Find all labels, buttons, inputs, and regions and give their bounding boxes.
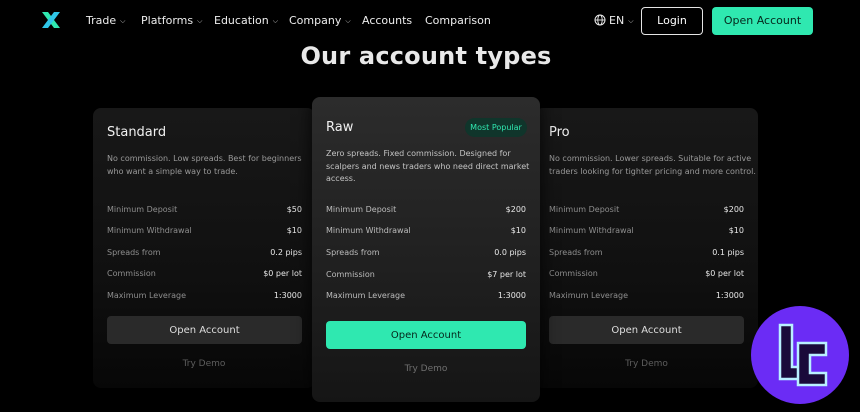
spec-value: $200 [723,205,744,214]
spec-value: $10 [728,226,744,235]
spec-label: Minimum Withdrawal [107,226,192,235]
spec-row: Minimum Deposit $200 [326,204,526,216]
spec-label: Spreads from [549,248,603,257]
spec-row: Commission $7 per lot [326,269,526,281]
spec-label: Minimum Withdrawal [549,226,634,235]
spec-value: $10 [286,226,302,235]
nav-item-label: Education [214,14,269,27]
brand-logo-icon[interactable] [40,10,62,30]
spec-row: Minimum Withdrawal $10 [107,225,302,237]
spec-label: Spreads from [326,248,380,257]
card-title: Pro [549,125,570,140]
nav-item-label: Accounts [362,14,413,27]
spec-row: Minimum Withdrawal $10 [326,225,526,237]
chevron-down-icon: ⌵ [120,17,126,25]
card-description-line: No commission. Low spreads. Best for beg… [107,154,302,163]
try-demo-link[interactable]: Try Demo [312,364,540,374]
spec-label: Minimum Withdrawal [326,226,411,235]
language-selector[interactable]: EN ⌵ [594,14,634,28]
spec-value: 0.2 pips [270,248,302,257]
card-description-line: No commission. Lower spreads. Suitable f… [549,154,752,163]
corner-brand-mark-icon [751,306,849,404]
spec-value: 1:3000 [715,291,744,300]
card-description-line: scalpers and news traders who need direc… [326,161,530,171]
spec-value: 1:3000 [497,291,526,300]
spec-label: Commission [326,270,375,279]
nav-item-comparison[interactable]: Comparison [425,14,491,27]
spec-value: $200 [505,205,526,214]
spec-label: Commission [549,269,598,278]
account-card-raw: Raw Most Popular Zero spreads. Fixed com… [312,97,540,402]
spec-value: $10 [510,226,526,235]
spec-row: Spreads from 0.1 pips [549,247,744,259]
spec-label: Spreads from [107,248,161,257]
card-description-line: traders looking for tighter pricing and … [549,166,756,176]
spec-label: Maximum Leverage [326,291,406,300]
nav-item-label: Platforms [141,14,194,27]
spec-value: $50 [286,205,302,214]
nav-item-label: Comparison [425,14,491,27]
nav-item-label: Company [289,14,342,27]
nav-item-trade[interactable]: Trade ⌵ [86,14,125,28]
spec-label: Minimum Deposit [549,205,620,214]
spec-value: $7 per lot [487,270,526,279]
language-label: EN [609,14,625,27]
spec-row: Commission $0 per lot [549,268,744,280]
account-card-standard: Standard No commission. Low spreads. Bes… [93,108,315,388]
card-description: No commission. Lower spreads. Suitable f… [549,153,756,178]
card-description-line: access. [326,174,356,183]
nav-item-platforms[interactable]: Platforms ⌵ [141,14,202,28]
most-popular-badge: Most Popular [465,118,527,137]
top-nav: Trade ⌵ Platforms ⌵ Education ⌵ Company ⌵ Ac… [0,0,860,42]
spec-label: Minimum Deposit [326,205,397,214]
spec-row: Minimum Withdrawal $10 [549,225,744,237]
chevron-down-icon: ⌵ [628,17,634,25]
spec-value: 0.0 pips [494,248,526,257]
open-account-button[interactable]: Open Account [549,316,744,344]
spec-label: Commission [107,269,156,278]
open-account-button[interactable]: Open Account [326,321,526,349]
chevron-down-icon: ⌵ [345,17,351,25]
globe-icon [594,14,606,26]
chevron-down-icon: ⌵ [197,17,203,25]
card-description-line: who want a simple way to trade. [107,166,238,176]
spec-row: Minimum Deposit $200 [549,204,744,216]
spec-label: Maximum Leverage [107,291,187,300]
spec-value: 0.1 pips [712,248,744,257]
card-description: No commission. Low spreads. Best for beg… [107,153,302,178]
try-demo-link[interactable]: Try Demo [93,359,315,369]
nav-item-label: Trade [86,14,117,27]
spec-value: $0 per lot [705,269,744,278]
page: Trade ⌵ Platforms ⌵ Education ⌵ Company ⌵ Ac… [0,0,860,412]
try-demo-link[interactable]: Try Demo [535,359,758,369]
nav-item-education[interactable]: Education ⌵ [214,14,278,28]
login-button[interactable]: Login [641,7,703,35]
nav-item-company[interactable]: Company ⌵ [289,14,351,28]
spec-label: Minimum Deposit [107,205,178,214]
card-title: Raw [326,120,354,135]
spec-value: 1:3000 [273,291,302,300]
spec-label: Maximum Leverage [549,291,629,300]
account-card-pro: Pro No commission. Lower spreads. Suitab… [535,108,758,388]
spec-row: Commission $0 per lot [107,268,302,280]
spec-row: Minimum Deposit $50 [107,204,302,216]
chevron-down-icon: ⌵ [272,17,279,25]
spec-row: Maximum Leverage 1:3000 [107,290,302,302]
nav-item-accounts[interactable]: Accounts [362,14,412,27]
spec-row: Maximum Leverage 1:3000 [326,290,526,302]
spec-row: Maximum Leverage 1:3000 [549,290,744,302]
card-description-line: Zero spreads. Fixed commission. Designed… [326,149,511,158]
page-title: Our account types [300,42,552,70]
card-title: Standard [107,125,167,140]
open-account-nav-button[interactable]: Open Account [712,7,813,35]
card-description: Zero spreads. Fixed commission. Designed… [326,148,529,186]
spec-row: Spreads from 0.0 pips [326,247,526,259]
spec-row: Spreads from 0.2 pips [107,247,302,259]
spec-value: $0 per lot [263,269,302,278]
open-account-button[interactable]: Open Account [107,316,302,344]
